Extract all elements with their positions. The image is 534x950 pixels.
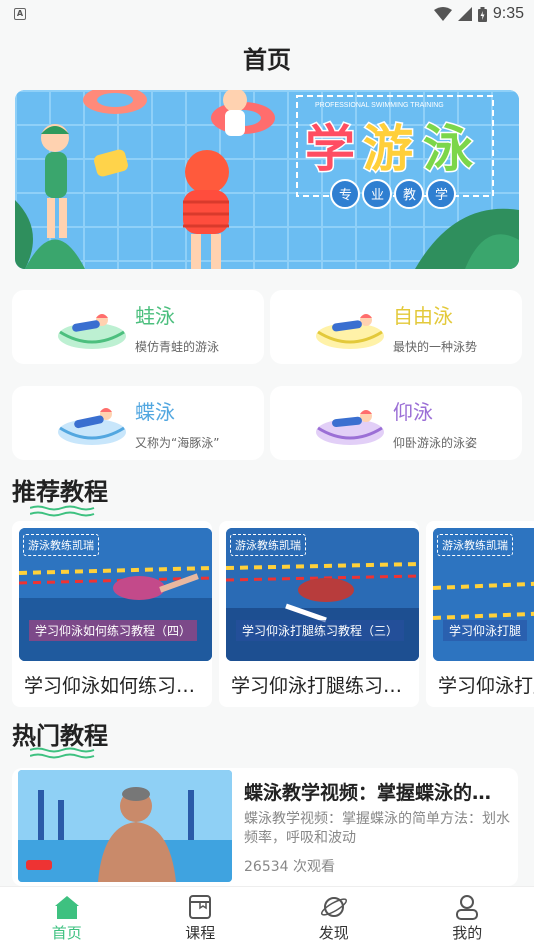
tab-home[interactable]: 首页	[0, 887, 134, 950]
hot-card[interactable]: 蝶泳教学视频：掌握蝶泳的简单方法 蝶泳教学视频：掌握蝶泳的简单方法：划水频率，呼…	[12, 768, 518, 886]
recommended-section-title: 推荐教程	[12, 478, 108, 506]
battery-icon	[477, 6, 487, 22]
clock: 9:35	[492, 5, 524, 22]
stroke-desc: 最快的一种泳势	[393, 340, 478, 354]
discover-planet-icon	[320, 897, 347, 917]
banner-illustration: PROFESSIONAL SWIMMING TRAINING 学 游 泳 专 业…	[15, 90, 519, 269]
recommended-card[interactable]: 游泳教练凯瑞 学习仰泳如何练习教程（四） 学习仰泳如何练习教程（四）	[12, 521, 212, 707]
banner-subtitle: PROFESSIONAL SWIMMING TRAINING	[315, 102, 444, 109]
video-thumbnail: 游泳教练凯瑞 学习仰泳打腿练习教程（三）	[226, 528, 419, 661]
stroke-name: 仰泳	[393, 400, 433, 424]
tab-label: 我的	[452, 924, 483, 942]
signal-icon	[457, 7, 472, 21]
thumbnail-tag: 游泳教练凯瑞	[23, 534, 99, 556]
thumbnail-tag: 游泳教练凯瑞	[230, 534, 306, 556]
hot-title: 蝶泳教学视频：掌握蝶泳的简单方法	[244, 782, 510, 804]
banner-headline-3: 泳	[423, 120, 473, 178]
thumbnail-tag: 游泳教练凯瑞	[437, 534, 513, 556]
thumbnail-caption: 学习仰泳打腿	[443, 620, 528, 641]
banner-tag-2: 教	[403, 187, 416, 203]
home-icon	[54, 896, 79, 919]
stroke-name: 自由泳	[393, 304, 453, 328]
stroke-card-breaststroke[interactable]: 蛙泳 模仿青蛙的游泳	[12, 290, 264, 364]
banner-tag-3: 学	[435, 187, 448, 203]
wifi-icon	[433, 7, 452, 21]
tab-label: 发现	[318, 924, 349, 942]
recommended-list: 游泳教练凯瑞 学习仰泳如何练习教程（四） 学习仰泳如何练习教程（四） 游泳教练凯…	[12, 521, 534, 711]
banner-headline-1: 学	[305, 120, 355, 178]
stroke-card-freestyle[interactable]: 自由泳 最快的一种泳势	[270, 290, 522, 364]
hot-section-title: 热门教程	[12, 722, 108, 750]
stroke-card-butterfly[interactable]: 蝶泳 又称为“海豚泳”	[12, 386, 264, 460]
video-thumbnail: 游泳教练凯瑞 学习仰泳打腿	[433, 528, 534, 661]
tab-profile[interactable]: 我的	[401, 887, 534, 950]
banner-tag-0: 专	[339, 188, 352, 203]
page-title: 首页	[243, 46, 291, 74]
banner-tag-1: 业	[371, 188, 384, 203]
freestyle-swimmer-icon	[316, 314, 384, 349]
thumbnail-caption: 学习仰泳打腿练习教程（三）	[236, 620, 405, 641]
recommended-title: 学习仰泳打腿练习教程	[438, 675, 534, 697]
tab-label: 首页	[51, 924, 82, 942]
section-underline-wave	[30, 747, 95, 759]
breaststroke-swimmer-icon	[58, 314, 126, 349]
video-thumbnail	[18, 770, 232, 882]
notification-icon: A	[14, 8, 26, 20]
recommended-title: 学习仰泳如何练习教程（四）	[24, 675, 210, 697]
video-thumbnail: 游泳教练凯瑞 学习仰泳如何练习教程（四）	[19, 528, 212, 661]
butterfly-swimmer-icon	[58, 408, 126, 445]
profile-icon	[456, 895, 479, 920]
tab-discover[interactable]: 发现	[267, 887, 401, 950]
recommended-card[interactable]: 游泳教练凯瑞 学习仰泳打腿练习教程（三） 学习仰泳打腿练习教程（三）	[219, 521, 419, 707]
backstroke-swimmer-icon	[316, 410, 384, 445]
stroke-grid: 蛙泳 模仿青蛙的游泳 自由泳 最快的一种泳势 蝶泳 又称为“海豚泳” 仰泳 仰卧	[12, 290, 522, 460]
stroke-desc: 模仿青蛙的游泳	[135, 340, 220, 354]
stroke-desc: 仰卧游泳的泳姿	[393, 436, 478, 450]
recommended-card[interactable]: 游泳教练凯瑞 学习仰泳打腿 学习仰泳打腿练习教程	[426, 521, 534, 707]
status-bar: A 9:35	[0, 0, 534, 28]
stroke-name: 蛙泳	[135, 304, 175, 328]
stroke-card-backstroke[interactable]: 仰泳 仰卧游泳的泳姿	[270, 386, 522, 460]
view-count: 26534 次观看	[244, 859, 335, 875]
tab-label: 课程	[185, 924, 216, 942]
stroke-name: 蝶泳	[135, 400, 175, 424]
hot-desc: 蝶泳教学视频：掌握蝶泳的简单方法：划水频率，呼吸和波动	[244, 811, 510, 846]
course-icon	[189, 895, 212, 919]
hero-banner[interactable]: PROFESSIONAL SWIMMING TRAINING 学 游 泳 专 业…	[15, 90, 519, 269]
recommended-title: 学习仰泳打腿练习教程（三）	[231, 675, 417, 697]
section-underline-wave	[30, 505, 95, 517]
bottom-tab-bar: 首页 课程 发现 我的	[0, 886, 534, 950]
thumbnail-caption: 学习仰泳如何练习教程（四）	[29, 620, 198, 641]
stroke-desc: 又称为“海豚泳”	[135, 436, 220, 450]
banner-headline-2: 游	[363, 120, 413, 178]
tab-course[interactable]: 课程	[134, 887, 268, 950]
